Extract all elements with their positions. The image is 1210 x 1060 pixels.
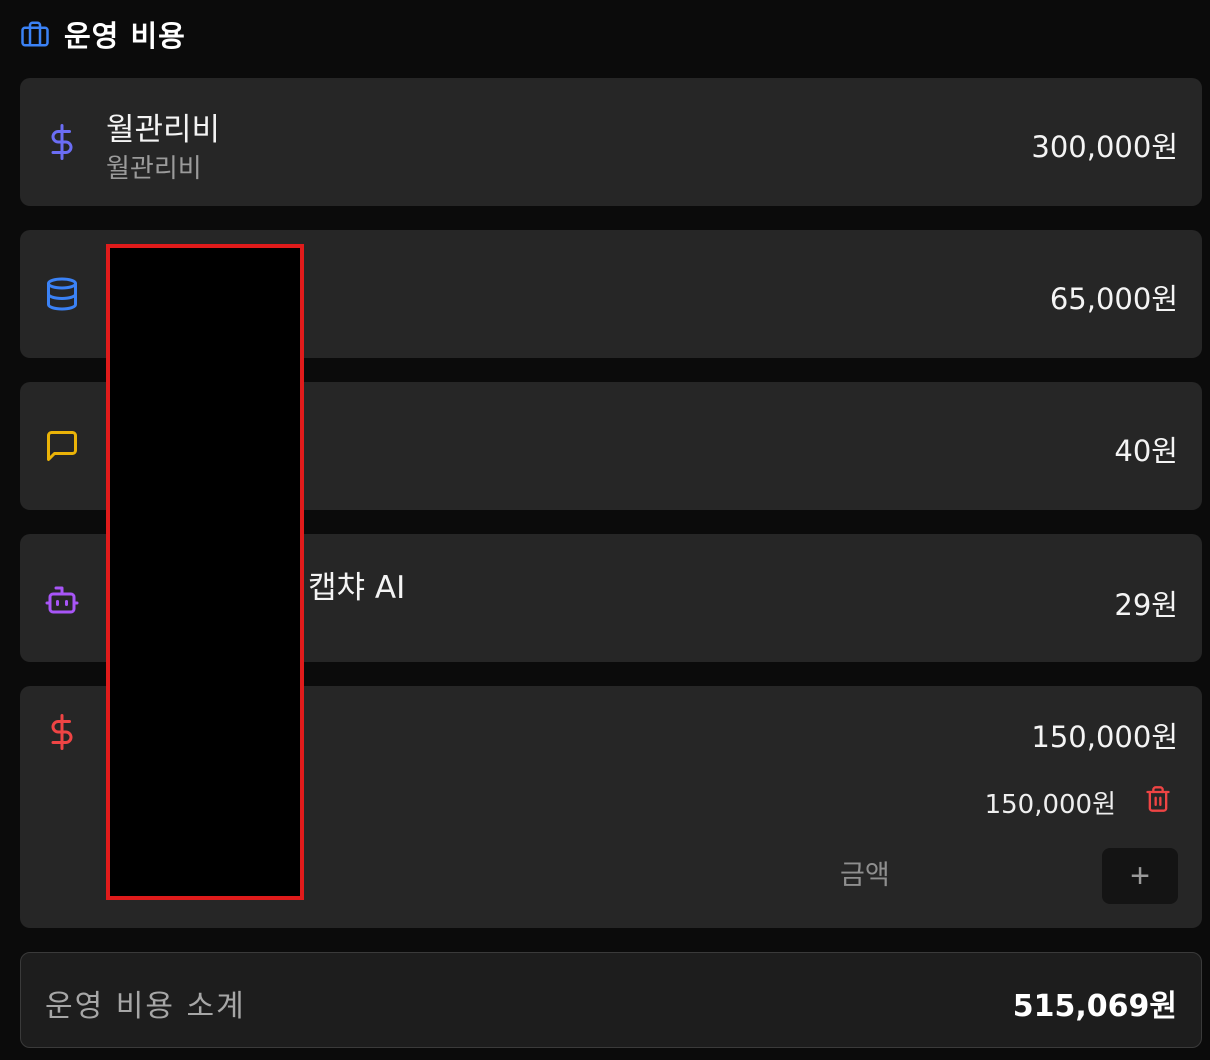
bot-icon bbox=[44, 582, 80, 618]
item-name: 월관리비 bbox=[106, 112, 221, 148]
database-icon bbox=[44, 276, 80, 312]
plus-icon: + bbox=[1130, 857, 1150, 895]
amount-input[interactable] bbox=[840, 852, 1080, 898]
item-amount: 29원 bbox=[1114, 588, 1178, 622]
item-amount: 300,000원 bbox=[1031, 130, 1178, 164]
entry-amount: 150,000원 bbox=[984, 790, 1116, 820]
item-subtitle: 월관리비 bbox=[106, 154, 202, 184]
item-amount: 40원 bbox=[1114, 434, 1178, 468]
briefcase-icon bbox=[20, 19, 50, 49]
trash-icon[interactable] bbox=[1144, 784, 1172, 814]
subtotal-value: 515,069원 bbox=[1012, 989, 1177, 1024]
item-amount: 150,000원 bbox=[1031, 720, 1178, 754]
item-amount: 65,000원 bbox=[1049, 282, 1178, 316]
message-square-icon bbox=[44, 428, 80, 464]
subtotal-row: 운영 비용 소계 515,069원 bbox=[20, 952, 1202, 1048]
dollar-icon bbox=[44, 124, 80, 160]
dollar-icon bbox=[44, 714, 80, 750]
redaction-overlay bbox=[106, 244, 304, 900]
item-name: 캡챠 AI bbox=[308, 570, 406, 606]
add-button[interactable]: + bbox=[1102, 848, 1178, 904]
subtotal-label: 운영 비용 소계 bbox=[45, 989, 246, 1024]
cost-item-card[interactable]: 월관리비 월관리비 300,000원 bbox=[20, 78, 1202, 206]
section-header: 운영 비용 bbox=[20, 14, 186, 54]
section-title: 운영 비용 bbox=[64, 19, 186, 53]
